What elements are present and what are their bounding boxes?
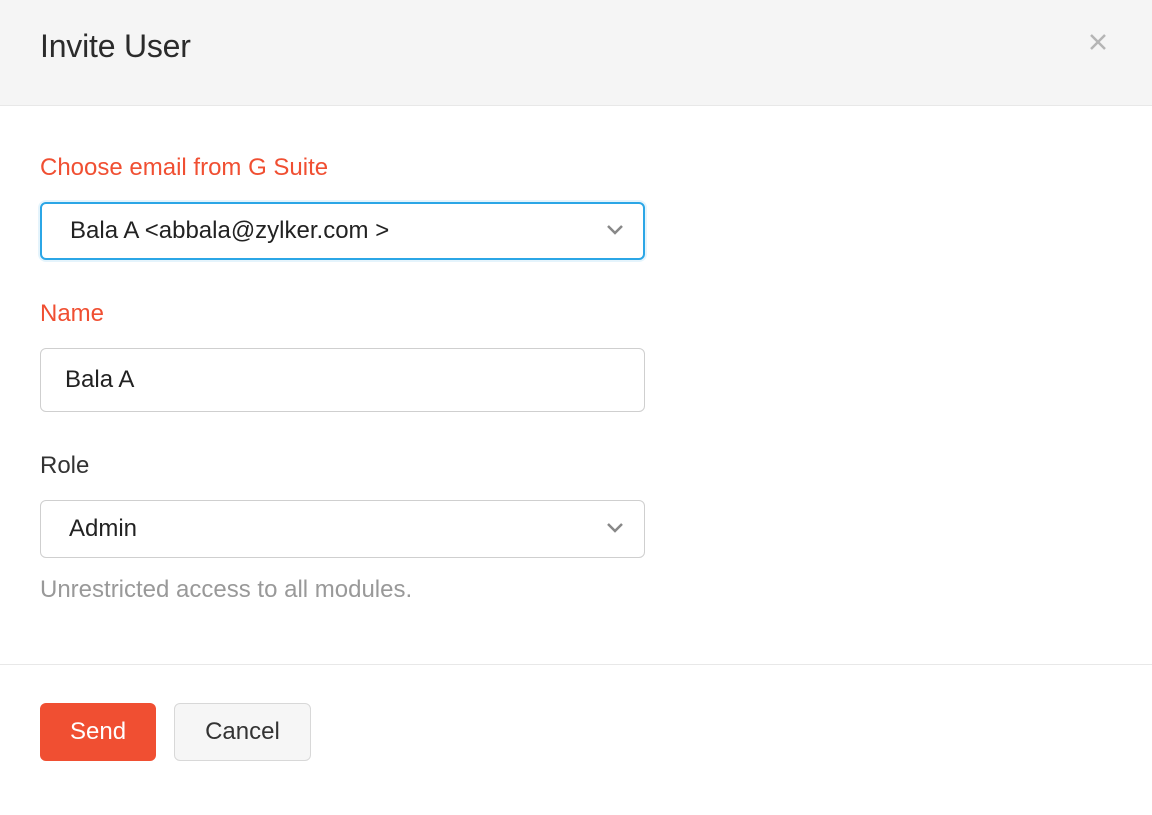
close-icon bbox=[1088, 32, 1108, 52]
name-group: Name bbox=[40, 300, 1112, 412]
email-group: Choose email from G Suite Bala A <abbala… bbox=[40, 154, 1112, 260]
role-label: Role bbox=[40, 452, 1112, 480]
send-button[interactable]: Send bbox=[40, 703, 156, 761]
role-select[interactable]: Admin bbox=[40, 500, 645, 558]
role-help-text: Unrestricted access to all modules. bbox=[40, 576, 1112, 604]
email-select-wrap: Bala A <abbala@zylker.com > bbox=[40, 202, 645, 260]
name-input[interactable] bbox=[40, 348, 645, 412]
role-group: Role Admin Unrestricted access to all mo… bbox=[40, 452, 1112, 604]
email-select-value: Bala A <abbala@zylker.com > bbox=[70, 217, 389, 245]
modal-title: Invite User bbox=[40, 28, 1112, 65]
close-button[interactable] bbox=[1084, 28, 1112, 56]
role-select-value: Admin bbox=[69, 515, 137, 543]
email-label: Choose email from G Suite bbox=[40, 154, 1112, 182]
email-select[interactable]: Bala A <abbala@zylker.com > bbox=[40, 202, 645, 260]
modal-header: Invite User bbox=[0, 0, 1152, 106]
modal-footer: Send Cancel bbox=[0, 664, 1152, 799]
name-label: Name bbox=[40, 300, 1112, 328]
modal-body: Choose email from G Suite Bala A <abbala… bbox=[0, 106, 1152, 664]
role-select-wrap: Admin bbox=[40, 500, 645, 558]
cancel-button[interactable]: Cancel bbox=[174, 703, 311, 761]
